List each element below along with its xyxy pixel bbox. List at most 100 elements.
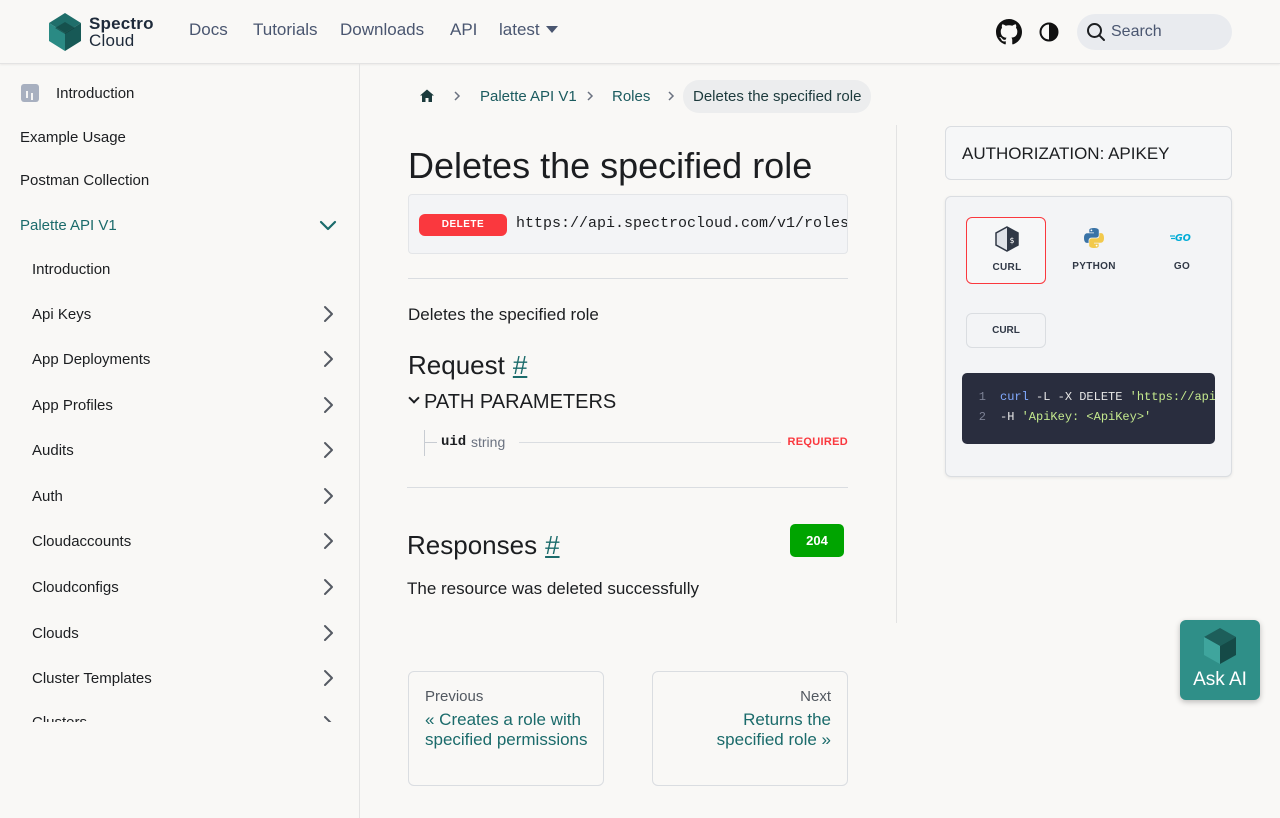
previous-sublabel: Previous [425, 688, 484, 705]
chevron-right-icon[interactable] [318, 395, 338, 415]
sidebar-item-label: Example Usage [20, 128, 126, 146]
chevron-right-icon[interactable] [318, 349, 338, 369]
request-heading-text: Request [408, 350, 505, 380]
code-token-flags: -L -X DELETE [1028, 390, 1130, 404]
sidebar-item-cloudconfigs[interactable]: Cloudconfigs [0, 567, 359, 607]
param-row: uid string REQUIRED [424, 430, 848, 456]
sidebar-item-audits[interactable]: Audits [0, 430, 359, 470]
responses-anchor-link[interactable]: # [545, 530, 559, 560]
code-block[interactable]: 1 curl -L -X DELETE 'https://api.spectroc… [962, 373, 1215, 444]
sidebar-item-postman-collection[interactable]: Postman Collection [0, 160, 359, 200]
endpoint-url[interactable]: https://api.spectrocloud.com/v1/roles/:u… [516, 215, 847, 232]
terminal-icon: $ [995, 226, 1019, 252]
code-line: 1 curl -L -X DELETE 'https://api.spectroc… [962, 387, 1215, 407]
document-icon [21, 84, 39, 102]
path-parameters-title: PATH PARAMETERS [424, 391, 617, 413]
sidebar-item-introduction-v1[interactable]: Introduction [0, 249, 359, 289]
sidebar-item-clusters[interactable]: Clusters [0, 704, 359, 722]
endpoint-description: Deletes the specified role [408, 305, 599, 324]
next-label: Returns the specified role » [716, 710, 831, 749]
chevron-down-icon[interactable] [318, 215, 338, 235]
path-parameters-toggle[interactable]: PATH PARAMETERS [408, 391, 616, 414]
ask-ai-label: Ask AI [1193, 669, 1247, 690]
sidebar-item-label: Cloudconfigs [32, 578, 119, 596]
svg-text:GO: GO [1175, 233, 1191, 244]
lang-tab-label: GO [1173, 261, 1191, 272]
sidebar-item-palette-api-v1[interactable]: Palette API V1 [0, 205, 359, 245]
code-token-url: 'https://api.spectrocloud.com/v1/roles/:… [1129, 390, 1215, 404]
code-line: 2 -H 'ApiKey: <ApiKey>' [962, 407, 1151, 427]
chevron-right-icon[interactable] [318, 531, 338, 551]
sidebar-item-app-deployments[interactable]: App Deployments [0, 339, 359, 379]
spectro-cloud-logo-icon [49, 13, 81, 51]
param-type: string [471, 434, 506, 450]
sidebar-item-label: Introduction [56, 84, 135, 102]
sidebar-item-example-usage[interactable]: Example Usage [0, 117, 359, 157]
nav-link-api[interactable]: API [450, 20, 477, 40]
chevron-right-icon[interactable] [318, 577, 338, 597]
sidebar-item-app-profiles[interactable]: App Profiles [0, 385, 359, 425]
chevron-right-icon[interactable] [318, 486, 338, 506]
breadcrumb-palette-api-v1[interactable]: Palette API V1 [480, 80, 577, 113]
previous-label: « Creates a role with specified permissi… [425, 710, 588, 749]
ask-ai-button[interactable]: Ask AI [1180, 620, 1260, 700]
spectro-cloud-logo-icon [1204, 628, 1236, 664]
github-icon[interactable] [996, 19, 1022, 45]
sidebar-item-label: Cloudaccounts [32, 532, 132, 550]
lang-tab-label: PYTHON [1072, 261, 1116, 272]
sidebar-item-auth[interactable]: Auth [0, 476, 359, 516]
search-input[interactable]: Search [1077, 14, 1232, 50]
sidebar-item-label: Palette API V1 [20, 216, 117, 234]
line-number: 1 [978, 390, 986, 404]
sidebar-item-label: Introduction [32, 260, 111, 278]
svg-text:$: $ [1010, 236, 1015, 245]
endpoint-box: DELETE https://api.spectrocloud.com/v1/r… [408, 194, 848, 254]
theme-toggle-icon[interactable] [1037, 20, 1061, 44]
param-required-badge: REQUIRED [787, 436, 848, 448]
authorization-panel[interactable]: AUTHORIZATION: APIKEY [945, 126, 1232, 180]
chevron-right-icon[interactable] [318, 304, 338, 324]
sidebar-item-label: Api Keys [32, 305, 92, 323]
sidebar-item-clouds[interactable]: Clouds [0, 613, 359, 653]
sidebar-item-api-keys[interactable]: Api Keys [0, 294, 359, 334]
nav-link-docs[interactable]: Docs [189, 20, 228, 40]
sidebar-item-label: Auth [32, 487, 63, 505]
sidebar-item-cloudaccounts[interactable]: Cloudaccounts [0, 521, 359, 561]
line-number: 2 [978, 410, 986, 424]
divider [408, 278, 848, 279]
spectro-cloud-logo[interactable]: Spectro Cloud [47, 11, 154, 53]
brand-line-2: Cloud [89, 31, 135, 50]
request-anchor-link[interactable]: # [513, 350, 527, 380]
version-label: latest [499, 20, 540, 39]
chevron-right-icon[interactable] [318, 623, 338, 643]
home-icon[interactable] [419, 88, 435, 104]
lang-tab-go[interactable]: GO GO [1142, 217, 1222, 284]
status-code-tab[interactable]: 204 [790, 524, 844, 557]
version-dropdown[interactable]: latest [499, 20, 558, 40]
nav-link-downloads[interactable]: Downloads [340, 20, 424, 40]
lang-tab-python[interactable]: PYTHON [1054, 217, 1134, 284]
sidebar-item-introduction[interactable]: Introduction [0, 73, 359, 113]
chevron-right-icon[interactable] [318, 668, 338, 688]
breadcrumb-roles[interactable]: Roles [612, 80, 650, 113]
sidebar-item-label: Postman Collection [20, 171, 150, 189]
divider [407, 487, 848, 488]
sidebar-item-label: Clouds [32, 624, 79, 642]
previous-page-link[interactable]: Previous « Creates a role with specified… [408, 671, 604, 786]
nav-link-tutorials[interactable]: Tutorials [253, 20, 318, 40]
variant-tab-curl[interactable]: CURL [966, 313, 1046, 348]
next-sublabel: Next [800, 688, 831, 705]
sidebar-item-cluster-templates[interactable]: Cluster Templates [0, 658, 359, 698]
lang-tab-curl[interactable]: $ CURL [966, 217, 1046, 284]
code-token-header-flag: -H [1000, 410, 1022, 424]
breadcrumb-current: Deletes the specified role [683, 80, 872, 113]
next-page-link[interactable]: Next Returns the specified role » [652, 671, 848, 786]
code-token-header-value: 'ApiKey: <ApiKey>' [1021, 410, 1152, 424]
authorization-label: AUTHORIZATION: APIKEY [962, 144, 1170, 163]
lang-tab-label: CURL [992, 262, 1022, 273]
go-icon: GO [1170, 233, 1191, 244]
caret-down-icon [545, 26, 558, 33]
chevron-right-icon[interactable] [318, 714, 338, 722]
chevron-right-icon[interactable] [318, 440, 338, 460]
python-icon [1084, 228, 1104, 248]
